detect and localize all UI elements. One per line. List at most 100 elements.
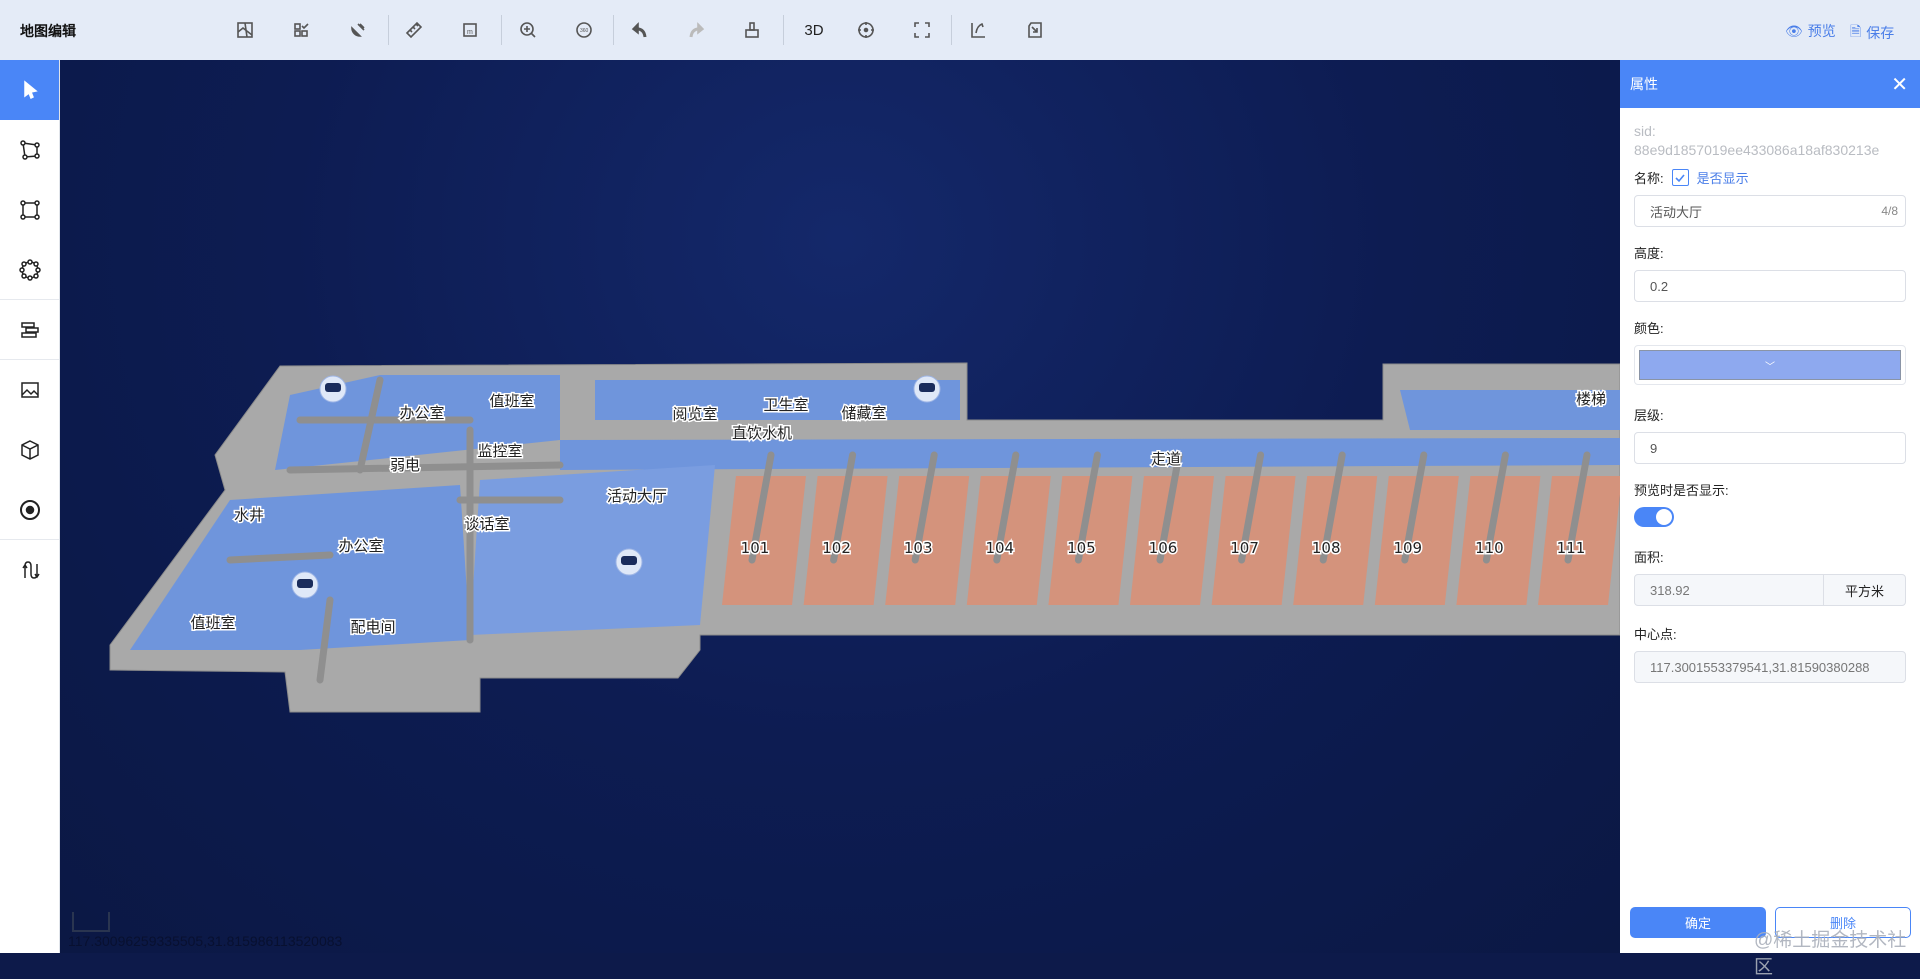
room-label: 办公室 — [338, 537, 383, 555]
robot-marker-icon — [319, 375, 347, 403]
wall-icon — [20, 321, 39, 338]
rectangle-tool[interactable] — [0, 180, 59, 240]
circle-icon — [18, 258, 41, 281]
floor-corridor — [560, 438, 1620, 470]
level-input[interactable]: 9 — [1634, 432, 1906, 464]
map-scale-bar — [72, 912, 110, 932]
area-label: 面积: — [1634, 550, 1664, 565]
room-label-111: 111 — [1557, 539, 1586, 557]
room-label: 卫生室 — [763, 396, 808, 414]
room-label: 配电间 — [350, 618, 395, 636]
wall-tool[interactable] — [0, 300, 59, 360]
area-value: 318.92 — [1650, 582, 1690, 598]
3d-toggle-button[interactable]: 3D — [800, 18, 828, 42]
show-checkbox[interactable] — [1671, 169, 1689, 186]
room-label-108: 108 — [1312, 539, 1341, 557]
import-icon[interactable] — [1023, 18, 1047, 42]
toolbar-divider — [783, 15, 784, 45]
export-icon[interactable] — [966, 18, 990, 42]
save-icon: 🗎 — [1850, 23, 1862, 39]
color-label: 颜色: — [1634, 321, 1664, 336]
satellite-icon[interactable] — [346, 18, 370, 42]
room-label: 楼梯 — [1576, 390, 1606, 408]
point-tool[interactable] — [0, 480, 59, 540]
name-value: 活动大厅 — [1650, 204, 1703, 220]
model-cube-icon — [20, 440, 39, 460]
room-label: 储藏室 — [841, 404, 886, 422]
floor-plan: 101 102 103 104 105 106 107 108 109 110 111办公室值班室弱… — [109, 362, 1620, 713]
center-label: 中心点: — [1634, 627, 1677, 642]
name-label: 名称: — [1634, 171, 1664, 186]
polygon-tool[interactable] — [0, 120, 59, 180]
polygon-icon — [19, 140, 40, 160]
level-label: 层级: — [1634, 408, 1664, 423]
area-measure-icon[interactable]: m — [458, 18, 482, 42]
app-title: 地图编辑 — [20, 23, 76, 39]
ruler-icon[interactable] — [402, 18, 426, 42]
sid-value: 88e9d1857019ee433086a18af830213e — [1634, 142, 1880, 158]
preview-label: 预览 — [1807, 23, 1836, 39]
color-swatch: ﹀ — [1639, 350, 1901, 380]
area-unit: 平方米 — [1823, 575, 1905, 605]
map-image-icon[interactable] — [233, 18, 257, 42]
select-pointer-icon — [23, 80, 38, 100]
locate-icon[interactable] — [854, 18, 878, 42]
path-tool[interactable] — [0, 540, 59, 600]
show-label[interactable]: 是否显示 — [1697, 168, 1749, 187]
room-label-109: 109 — [1393, 539, 1422, 557]
save-label: 保存 — [1866, 25, 1895, 41]
close-icon[interactable]: ✕ — [1891, 72, 1908, 97]
preview-show-toggle[interactable] — [1634, 507, 1674, 527]
map-canvas[interactable]: 101 102 103 104 105 106 107 108 109 110 111 办公室 值班室弱… — [60, 60, 1620, 953]
preview-show-label: 预览时是否显示: — [1634, 483, 1729, 498]
image-icon — [20, 382, 39, 398]
rotate-360-icon[interactable]: 360 — [572, 18, 596, 42]
robot-marker-icon — [913, 375, 941, 403]
layout-icon[interactable] — [289, 18, 313, 42]
chevron-down-icon: ﹀ — [1765, 361, 1775, 373]
room-label-102: 102 — [822, 539, 851, 557]
name-input[interactable]: 活动大厅 4/8 — [1634, 195, 1906, 227]
zoom-in-icon[interactable] — [516, 18, 540, 42]
room-label-104: 104 — [985, 539, 1014, 557]
room-label: 监控室 — [477, 442, 522, 460]
room-label-110: 110 — [1475, 539, 1504, 557]
path-icon — [21, 561, 40, 579]
toolbar-divider — [388, 15, 389, 45]
center-value: 117.3001553379541,31.81590380288 — [1650, 659, 1870, 675]
preview-button[interactable]: 👁 预览 — [1785, 21, 1836, 41]
level-value: 9 — [1650, 440, 1658, 456]
sid-label: sid: — [1634, 123, 1656, 139]
point-icon — [19, 499, 40, 520]
room-label: 谈话室 — [464, 515, 509, 533]
image-tool[interactable] — [0, 360, 59, 420]
robot-marker-icon — [291, 571, 319, 599]
redo-icon[interactable] — [684, 18, 708, 42]
select-tool[interactable] — [0, 60, 59, 120]
room-label: 值班室 — [190, 614, 235, 632]
fullscreen-icon[interactable] — [910, 18, 934, 42]
model-tool[interactable] — [0, 420, 59, 480]
room-label: 办公室 — [399, 404, 444, 422]
watermark: @稀土掘金技术社区 — [1754, 930, 1907, 978]
toolbar-divider — [613, 15, 614, 45]
color-picker[interactable]: ﹀ — [1634, 345, 1906, 385]
interior-wall — [226, 551, 334, 564]
properties-panel: 属性 ✕ sid: 88e9d1857019ee433086a18af830213… — [1620, 60, 1920, 953]
confirm-button[interactable]: 确定 — [1630, 907, 1766, 938]
toolbar-divider — [501, 15, 502, 45]
check-icon — [1675, 173, 1685, 182]
rectangle-icon — [19, 200, 40, 220]
height-input[interactable]: 0.2 — [1634, 270, 1906, 302]
center-input: 117.3001553379541,31.81590380288 — [1634, 651, 1906, 683]
room-label: 直饮水机 — [732, 424, 792, 442]
floor-activity-hall — [470, 465, 715, 635]
panel-header: 属性 ✕ — [1620, 60, 1920, 108]
panel-title: 属性 — [1630, 76, 1658, 92]
undo-icon[interactable] — [628, 18, 652, 42]
sid-field: sid: 88e9d1857019ee433086a18af830213e — [1634, 122, 1906, 160]
circle-tool[interactable] — [0, 240, 59, 300]
save-button[interactable]: 🗎 保存 — [1850, 21, 1894, 45]
room-label: 活动大厅 — [607, 487, 667, 505]
clear-brush-icon[interactable] — [740, 18, 764, 42]
